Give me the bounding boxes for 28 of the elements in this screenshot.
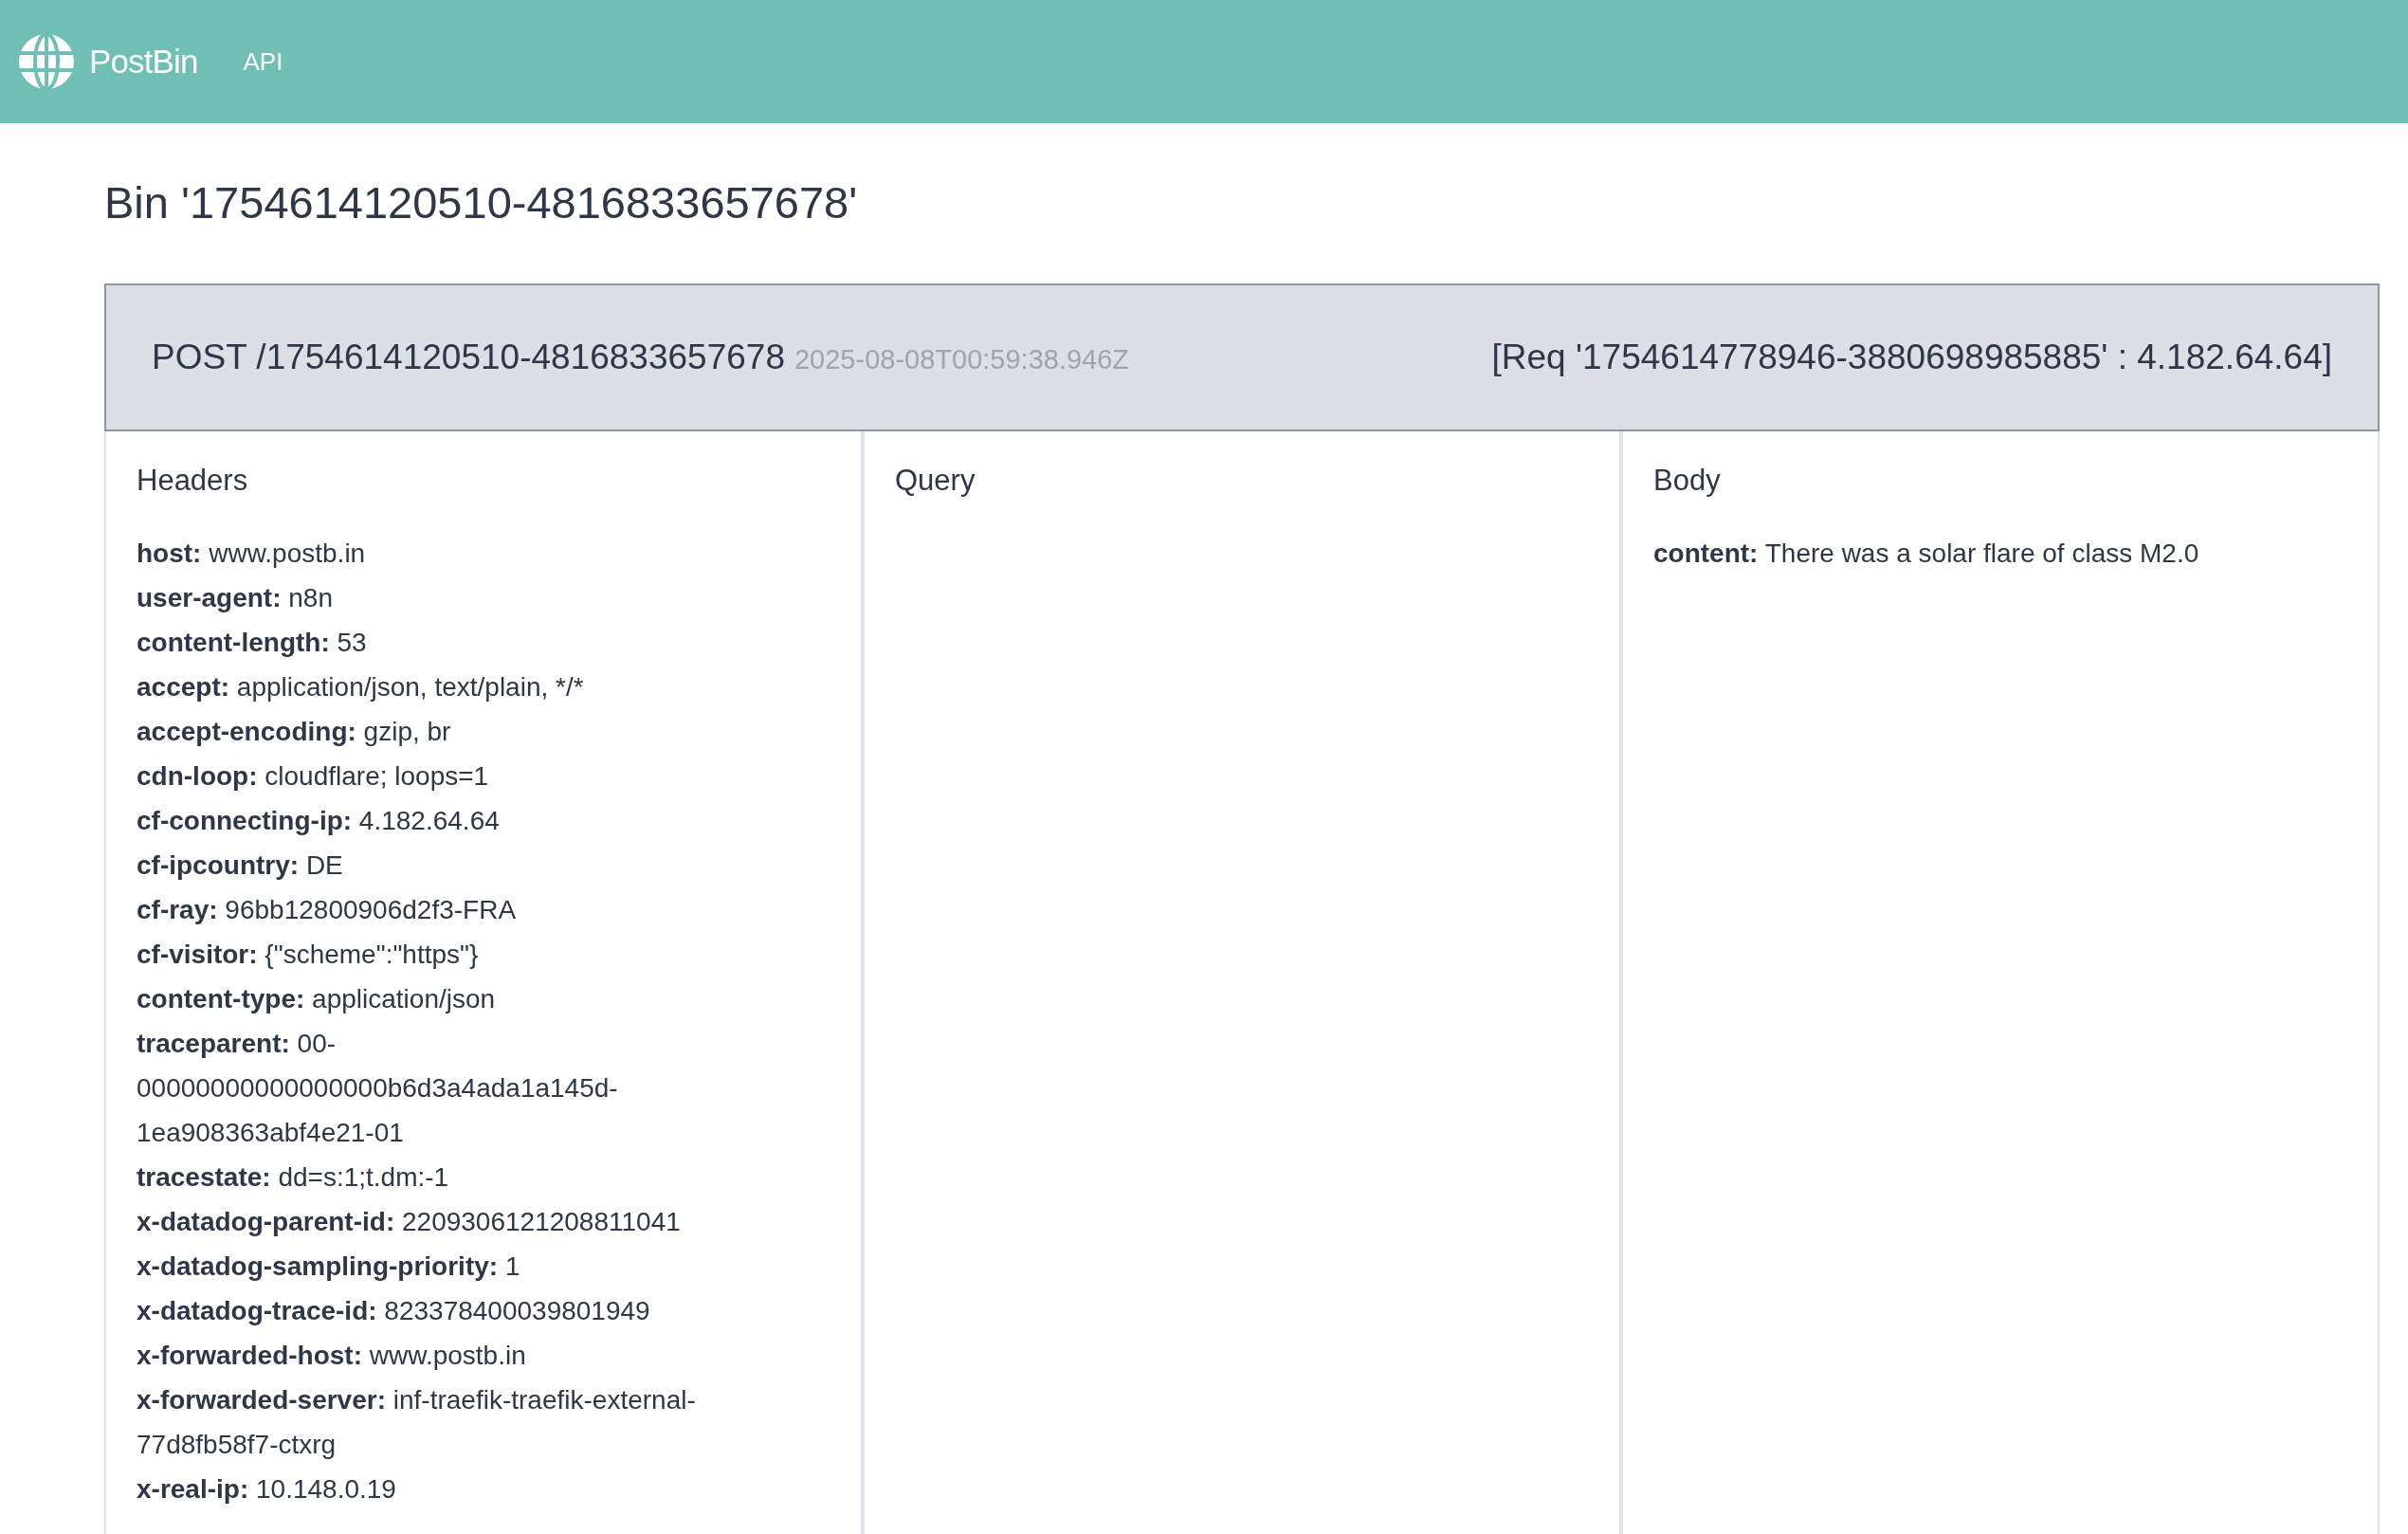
key-value-entry: host: www.postb.in xyxy=(137,538,367,570)
key-value-entry: content-length: 53 xyxy=(137,627,368,659)
key-value-entry: tracestate: dd=s:1;t.dm:-1 xyxy=(137,1161,450,1194)
key-value-entry: cf-connecting-ip: 4.182.64.64 xyxy=(137,805,501,837)
key-value-entry: accept-encoding: gzip, br xyxy=(137,716,452,748)
key-value-entry: x-datadog-sampling-priority: 1 xyxy=(137,1251,521,1283)
panel-title: Query xyxy=(895,466,976,495)
globe-icon xyxy=(19,34,74,89)
key-value-entry: cf-ray: 96bb12800906d2f3-FRA xyxy=(137,894,518,926)
page-title: Bin '1754614120510-4816833657678' xyxy=(104,176,859,229)
key-value-entry: cf-ipcountry: DE xyxy=(137,849,344,882)
key-value-entry: cdn-loop: cloudflare; loops=1 xyxy=(137,760,490,793)
request-line: POST /1754614120510-4816833657678 xyxy=(152,337,785,379)
key-value-entry: x-real-ip: 10.148.0.19 xyxy=(137,1473,397,1506)
request-summary: [Req '1754614778946-3880698985885' : 4.182.64.64] xyxy=(1491,337,2332,379)
panel-title: Headers xyxy=(137,466,249,495)
nav-link[interactable]: API xyxy=(243,43,283,81)
key-value-entry: x-forwarded-host: www.postb.in xyxy=(137,1340,527,1372)
key-value-entry: accept: application/json, text/plain, */* xyxy=(137,671,585,703)
key-value-entry: cf-visitor: {"scheme":"https"} xyxy=(137,939,480,971)
brand-link[interactable]: PostBin xyxy=(89,36,198,87)
key-value-entry: content-type: application/json xyxy=(137,983,497,1015)
key-value-entry: user-agent: n8n xyxy=(137,582,334,614)
key-value-entry: content: There was a solar flare of class M2.0 xyxy=(1653,538,2200,570)
panel-title: Body xyxy=(1653,466,1722,495)
key-value-entry: x-datadog-parent-id: 2209306121208811041 xyxy=(137,1206,682,1238)
request-timestamp: 2025-08-08T00:59:38.946Z xyxy=(794,343,1130,377)
key-value-entry: x-datadog-trace-id: 823378400039801949 xyxy=(137,1295,651,1327)
